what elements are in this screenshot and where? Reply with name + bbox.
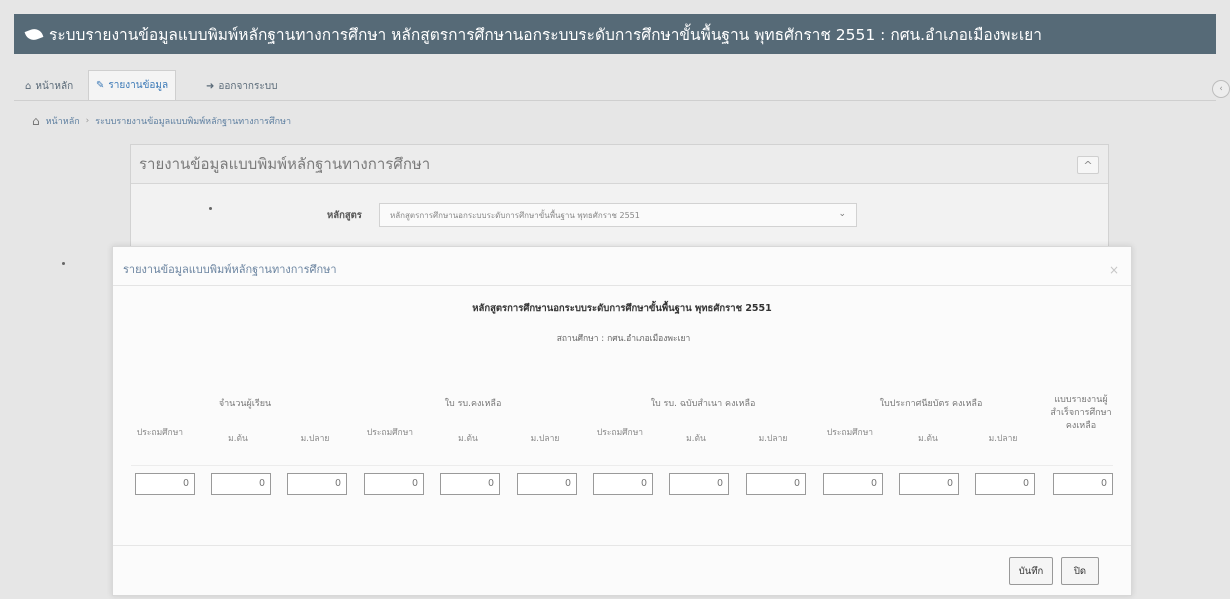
count-input[interactable]: 0 — [287, 473, 347, 495]
tab-logout-label: ออกจากระบบ — [218, 80, 278, 92]
divider — [113, 285, 1131, 286]
group-header: ใบประกาศนียบัตร คงเหลือ — [879, 399, 983, 409]
column-header: ประถมศึกษา — [366, 428, 414, 438]
count-input[interactable]: 0 — [364, 473, 424, 495]
nav-tabs: ⌂ หน้าหลัก ✎ รายงานข้อมูล ➜ ออกจากระบบ — [14, 66, 1216, 101]
tab-home-label: หน้าหลัก — [35, 80, 74, 92]
column-header: ม.ปลาย — [530, 434, 560, 444]
count-input[interactable]: 0 — [211, 473, 271, 495]
table-divider — [131, 465, 1113, 466]
breadcrumb-home[interactable]: หน้าหลัก — [46, 114, 80, 128]
count-input[interactable]: 0 — [899, 473, 959, 495]
curriculum-row: หลักสูตร หลักสูตรการศึกษานอกระบบระดับการ… — [131, 203, 1108, 227]
app-header: ระบบรายงานข้อมูลแบบพิมพ์หลักฐานทางการศึก… — [14, 14, 1216, 54]
count-input[interactable]: 0 — [823, 473, 883, 495]
scroll-right-icon[interactable]: ‹ — [1212, 80, 1230, 98]
school-value: กศน.อำเภอเมืองพะเยา — [607, 334, 691, 344]
column-header: ม.ต้น — [458, 434, 478, 444]
group-header: จำนวนผู้เรียน — [218, 399, 272, 409]
group-header: แบบรายงานผู้สำเร็จการศึกษา คงเหลือ — [1050, 395, 1112, 431]
logout-icon: ➜ — [206, 80, 215, 92]
count-input[interactable]: 0 — [669, 473, 729, 495]
tab-logout[interactable]: ➜ ออกจากระบบ — [199, 74, 284, 98]
group-header: ใบ รบ.คงเหลือ — [444, 399, 502, 409]
column-header: ม.ปลาย — [988, 434, 1018, 444]
footer-divider — [113, 545, 1131, 546]
dot — [62, 262, 65, 265]
column-header: ประถมศึกษา — [596, 428, 644, 438]
dot — [209, 207, 212, 210]
count-input[interactable]: 0 — [440, 473, 500, 495]
column-header: ม.ปลาย — [758, 434, 788, 444]
count-input[interactable]: 0 — [593, 473, 653, 495]
edit-icon: ✎ — [96, 80, 105, 91]
column-header: ประถมศึกษา — [826, 428, 874, 438]
count-input[interactable]: 0 — [517, 473, 577, 495]
collapse-button[interactable]: ^ — [1077, 156, 1099, 174]
report-panel: รายงานข้อมูลแบบพิมพ์หลักฐานทางการศึกษา ^… — [130, 144, 1109, 256]
column-header: ม.ปลาย — [300, 434, 330, 444]
modal-heading: หลักสูตรการศึกษานอกระบบระดับการศึกษาขั้น… — [472, 303, 772, 314]
count-input[interactable]: 0 — [135, 473, 195, 495]
curriculum-select[interactable]: หลักสูตรการศึกษานอกระบบระดับการศึกษาขั้น… — [379, 203, 857, 227]
curriculum-value: หลักสูตรการศึกษานอกระบบระดับการศึกษาขั้น… — [390, 210, 640, 220]
home-icon: ⌂ — [25, 80, 32, 92]
panel-title: รายงานข้อมูลแบบพิมพ์หลักฐานทางการศึกษา — [131, 145, 1108, 184]
home-icon: ⌂ — [32, 114, 40, 128]
breadcrumb-separator: › — [85, 116, 90, 126]
save-button[interactable]: บันทึก — [1009, 557, 1053, 585]
tab-home[interactable]: ⌂ หน้าหลัก — [18, 74, 80, 98]
column-header: ประถมศึกษา — [136, 428, 184, 438]
report-modal: รายงานข้อมูลแบบพิมพ์หลักฐานทางการศึกษา ×… — [112, 246, 1132, 596]
count-input[interactable]: 0 — [975, 473, 1035, 495]
app-title: ระบบรายงานข้อมูลแบบพิมพ์หลักฐานทางการศึก… — [49, 25, 1042, 44]
chevron-down-icon: ⌄ — [838, 209, 846, 219]
modal-title: รายงานข้อมูลแบบพิมพ์หลักฐานทางการศึกษา — [123, 263, 337, 276]
close-button[interactable]: ปิด — [1061, 557, 1099, 585]
school-label: สถานศึกษา : — [556, 334, 605, 344]
count-input[interactable]: 0 — [746, 473, 806, 495]
group-header: ใบ รบ. ฉบับสำเนา คงเหลือ — [650, 399, 756, 409]
leaf-icon — [24, 26, 44, 42]
curriculum-label: หลักสูตร — [327, 210, 362, 221]
tab-report[interactable]: ✎ รายงานข้อมูล — [88, 70, 177, 100]
column-header: ม.ต้น — [918, 434, 938, 444]
close-icon[interactable]: × — [1109, 263, 1119, 277]
count-input[interactable]: 0 — [1053, 473, 1113, 495]
school-line: สถานศึกษา : กศน.อำเภอเมืองพะเยา — [113, 331, 1131, 345]
tab-report-label: รายงานข้อมูล — [108, 80, 169, 91]
breadcrumb-current: ระบบรายงานข้อมูลแบบพิมพ์หลักฐานทางการศึก… — [95, 117, 292, 127]
column-header: ม.ต้น — [228, 434, 248, 444]
column-header: ม.ต้น — [686, 434, 706, 444]
breadcrumb: ⌂ หน้าหลัก › ระบบรายงานข้อมูลแบบพิมพ์หลั… — [32, 114, 291, 128]
